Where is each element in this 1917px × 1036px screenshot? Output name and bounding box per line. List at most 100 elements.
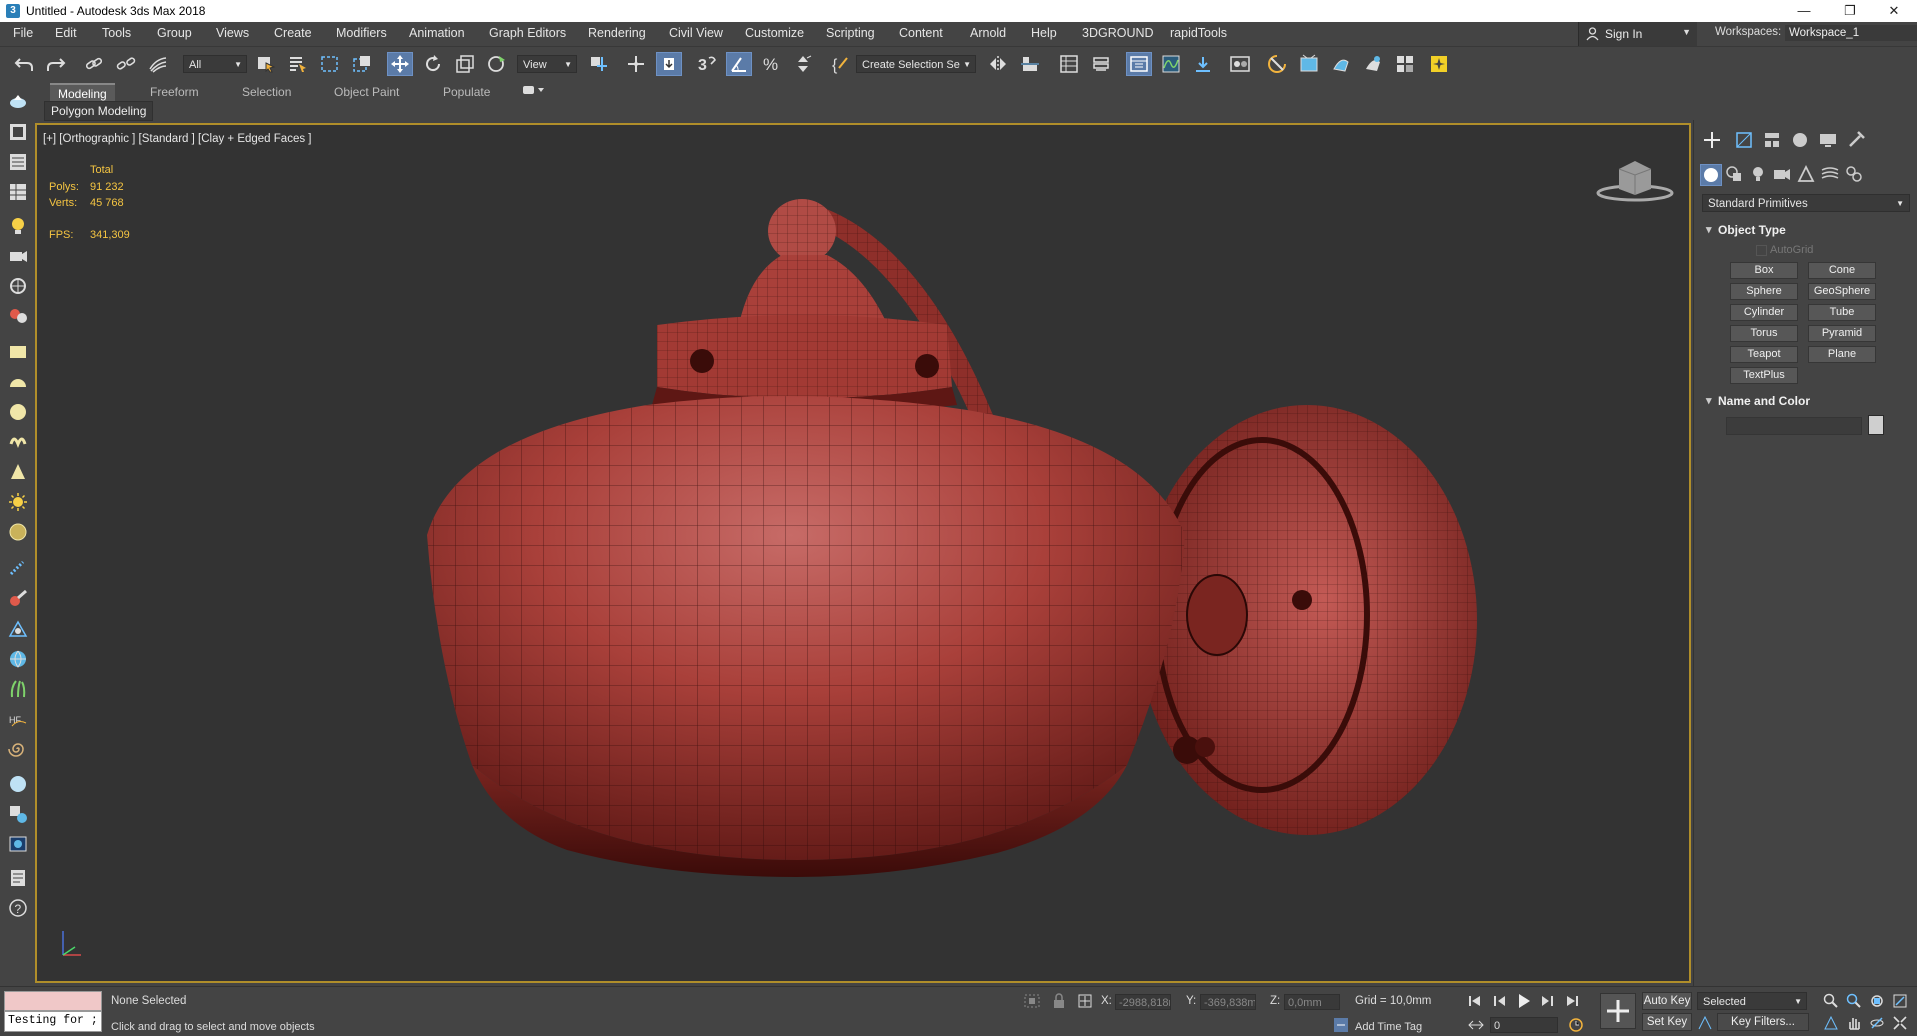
set-key-button[interactable]: Set Key: [1642, 1013, 1692, 1031]
name-and-color-header[interactable]: Name and Color: [1700, 391, 1912, 411]
time-configuration-icon[interactable]: [1568, 1017, 1584, 1036]
menu-customize[interactable]: Customize: [745, 26, 804, 40]
globe-icon[interactable]: [8, 649, 28, 669]
geosphere-button[interactable]: GeoSphere: [1808, 283, 1876, 300]
snaps-toggle-icon[interactable]: 3: [695, 52, 721, 76]
create-object-icon[interactable]: [8, 92, 28, 112]
render-production-icon[interactable]: [1328, 52, 1354, 76]
menu-create[interactable]: Create: [274, 26, 312, 40]
unlink-icon[interactable]: [113, 52, 139, 76]
object-name-field[interactable]: [1726, 417, 1862, 435]
box-primitive-icon[interactable]: [8, 342, 28, 362]
plane-button[interactable]: Plane: [1808, 346, 1876, 363]
motion-panel-icon[interactable]: [1790, 130, 1812, 152]
zoom-all-icon[interactable]: [1846, 993, 1862, 1012]
redo-icon[interactable]: [43, 52, 69, 76]
tab-populate[interactable]: Populate: [443, 83, 490, 101]
sign-in-button[interactable]: Sign In ▼: [1578, 22, 1697, 46]
space-warps-category-icon[interactable]: [1820, 164, 1842, 186]
angle-snap-icon[interactable]: [726, 52, 752, 76]
helper-icon[interactable]: [8, 276, 28, 296]
torus-knot-icon[interactable]: [8, 432, 28, 452]
film-reel-icon[interactable]: [8, 306, 28, 326]
tab-object-paint[interactable]: Object Paint: [334, 83, 399, 101]
hair-fur-icon[interactable]: HF: [8, 709, 28, 729]
script-listener-icon[interactable]: [8, 868, 28, 888]
modify-panel-icon[interactable]: [1734, 130, 1756, 152]
undo-icon[interactable]: [11, 52, 37, 76]
circle-icon[interactable]: [8, 522, 28, 542]
render-frame-icon[interactable]: [8, 834, 28, 854]
select-manipulate-icon[interactable]: [623, 52, 649, 76]
menu-animation[interactable]: Animation: [409, 26, 465, 40]
tab-selection[interactable]: Selection: [242, 83, 291, 101]
maximize-viewport-icon[interactable]: [1892, 1015, 1908, 1034]
paint-brush-icon[interactable]: [8, 589, 28, 609]
key-mode-icon[interactable]: [1468, 1019, 1484, 1034]
previous-frame-icon[interactable]: [1493, 995, 1507, 1010]
pivot-center-icon[interactable]: [586, 52, 612, 76]
menu-rendering[interactable]: Rendering: [588, 26, 646, 40]
geometry-category-icon[interactable]: [1700, 164, 1722, 186]
select-and-rotate-icon[interactable]: [420, 52, 446, 76]
object-color-swatch[interactable]: [1868, 415, 1884, 435]
menu-modifiers[interactable]: Modifiers: [336, 26, 387, 40]
align-icon[interactable]: [1017, 52, 1043, 76]
scene-explorer-icon[interactable]: [1056, 52, 1082, 76]
polygon-modeling-panel[interactable]: Polygon Modeling: [44, 101, 154, 121]
a360-gallery-icon[interactable]: [1426, 52, 1452, 76]
auto-key-button[interactable]: Auto Key: [1642, 992, 1692, 1010]
rendered-frame-icon[interactable]: [8, 122, 28, 142]
pan-hand-icon[interactable]: [1846, 1015, 1862, 1034]
z-coordinate-field[interactable]: 0,0mm: [1284, 994, 1340, 1010]
restore-icon[interactable]: ❐: [1827, 0, 1873, 22]
bind-space-warp-icon[interactable]: [145, 52, 171, 76]
layer-explorer-icon[interactable]: [1088, 52, 1114, 76]
select-and-move-icon[interactable]: [387, 52, 413, 76]
shapes-category-icon[interactable]: [1724, 164, 1746, 186]
material-editor-icon[interactable]: [1227, 52, 1253, 76]
render-in-cloud-icon[interactable]: [1392, 52, 1418, 76]
sphere-icon[interactable]: [8, 402, 28, 422]
viewport[interactable]: [+] [Orthographic ] [Standard ] [Clay + …: [35, 123, 1691, 983]
maxscript-listener-mini-white[interactable]: Testing for ;: [4, 1011, 102, 1032]
select-and-place-icon[interactable]: [484, 52, 510, 76]
scene-list-icon[interactable]: [8, 152, 28, 172]
zoom-extents-all-icon[interactable]: [1892, 993, 1908, 1012]
light-bulb-icon[interactable]: [8, 216, 28, 236]
key-selection-dropdown[interactable]: Selected ▼: [1697, 992, 1807, 1010]
play-icon[interactable]: [1517, 993, 1531, 1012]
rendered-frame-window-icon[interactable]: [1296, 52, 1322, 76]
hemisphere-icon[interactable]: [8, 372, 28, 392]
sun-icon[interactable]: [8, 492, 28, 512]
field-of-view-icon[interactable]: [1823, 1015, 1839, 1034]
rectangular-selection-icon[interactable]: [317, 52, 343, 76]
window-crossing-icon[interactable]: [349, 52, 375, 76]
orbit-icon[interactable]: [1869, 1015, 1885, 1034]
particle-icon[interactable]: [8, 559, 28, 579]
render-setup-icon[interactable]: [1264, 52, 1290, 76]
next-frame-icon[interactable]: [1540, 995, 1554, 1010]
selection-filter-dropdown[interactable]: All ▼: [183, 55, 247, 73]
box-button[interactable]: Box: [1730, 262, 1798, 279]
link-icon[interactable]: [81, 52, 107, 76]
select-by-name-icon[interactable]: [285, 52, 311, 76]
measure-icon[interactable]: [8, 619, 28, 639]
primitive-category-dropdown[interactable]: Standard Primitives ▼: [1702, 194, 1910, 212]
menu-tools[interactable]: Tools: [102, 26, 131, 40]
set-key-plus-icon[interactable]: [1600, 993, 1636, 1029]
lights-category-icon[interactable]: [1748, 164, 1770, 186]
mirror-icon[interactable]: [985, 52, 1011, 76]
menu-arnold[interactable]: Arnold: [970, 26, 1006, 40]
table-icon[interactable]: [8, 182, 28, 202]
minimize-icon[interactable]: —: [1781, 0, 1827, 22]
menu-content[interactable]: Content: [899, 26, 943, 40]
close-icon[interactable]: ✕: [1871, 0, 1917, 22]
key-filters-button[interactable]: Key Filters...: [1717, 1013, 1809, 1031]
hierarchy-panel-icon[interactable]: [1762, 130, 1784, 152]
time-tag-icon[interactable]: [1333, 1017, 1349, 1036]
systems-category-icon[interactable]: [1844, 164, 1866, 186]
textplus-button[interactable]: TextPlus: [1730, 367, 1798, 384]
y-coordinate-field[interactable]: -369,838m: [1200, 994, 1256, 1010]
teapot-button[interactable]: Teapot: [1730, 346, 1798, 363]
